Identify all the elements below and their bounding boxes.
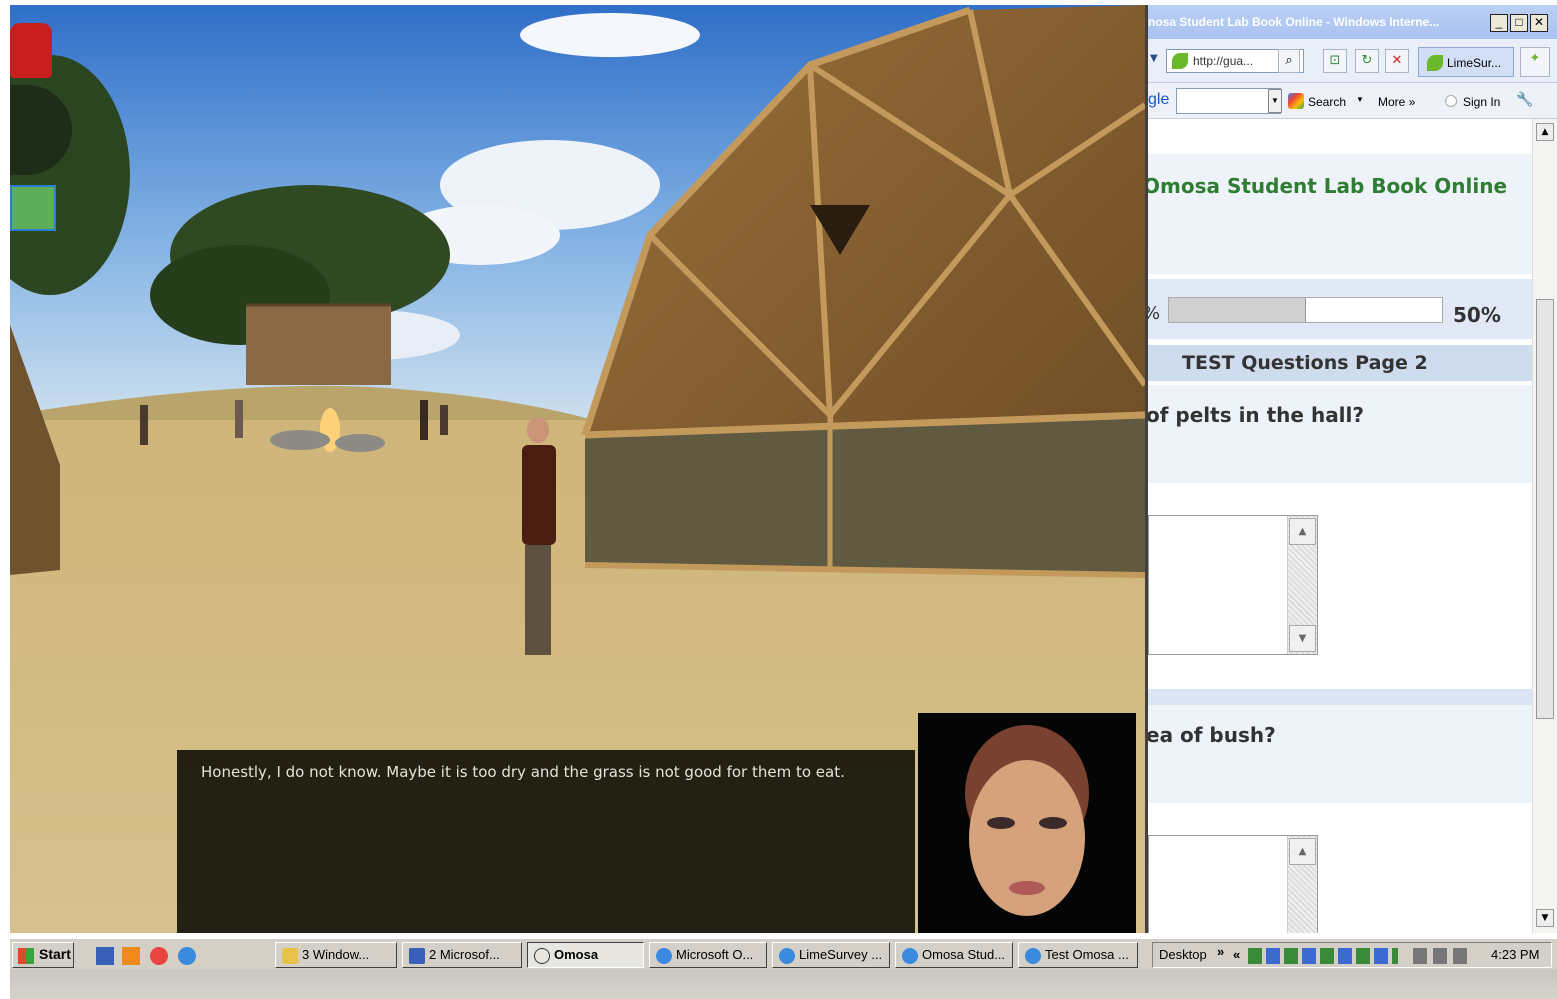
address-text: http://gua... bbox=[1193, 54, 1254, 68]
tray-icons-extra[interactable] bbox=[1413, 948, 1473, 964]
stop-icon[interactable]: ✕ bbox=[1385, 49, 1409, 73]
progress-right-label: 50% bbox=[1453, 303, 1501, 327]
cloud bbox=[520, 13, 700, 57]
distant-hut bbox=[246, 305, 391, 385]
google-search-button[interactable]: Search bbox=[1308, 95, 1346, 109]
taskbar-item-explorer[interactable]: 3 Window... bbox=[275, 942, 397, 968]
scroll-thumb[interactable] bbox=[1536, 299, 1554, 719]
dialogue-text: Honestly, I do not know. Maybe it is too… bbox=[201, 763, 845, 781]
tab-label: LimeSur... bbox=[1447, 56, 1502, 70]
system-tray: Desktop » « 4:23 PM bbox=[1152, 942, 1552, 968]
speaker-portrait bbox=[918, 713, 1136, 933]
browser-window: nosa Student Lab Book Online - Windows I… bbox=[1145, 5, 1557, 933]
omosa-icon bbox=[534, 948, 550, 964]
google-search-dropdown[interactable]: ▼ bbox=[1268, 89, 1282, 113]
map-icon[interactable] bbox=[10, 185, 56, 231]
window-title: nosa Student Lab Book Online - Windows I… bbox=[1148, 15, 1440, 29]
ie-icon bbox=[1025, 948, 1041, 964]
divider-band bbox=[1148, 689, 1535, 705]
character-legs bbox=[525, 545, 551, 655]
tray-icons[interactable] bbox=[1248, 948, 1398, 964]
taskbar: start 3 Window... 2 Microsof... Omosa Mi… bbox=[10, 938, 1557, 970]
taskbar-item-ie-omosa-student[interactable]: Omosa Stud... bbox=[895, 942, 1013, 968]
signin-radio-icon[interactable] bbox=[1445, 95, 1457, 107]
minimize-button[interactable]: _ bbox=[1490, 14, 1508, 32]
taskbar-item-ie-microsoft[interactable]: Microsoft O... bbox=[649, 942, 767, 968]
address-toolbar: ▼ http://gua... ⌕ ⊡ ↻ ✕ LimeSur... ✦ bbox=[1148, 39, 1557, 83]
section-title-band: TEST Questions Page 2 bbox=[1148, 345, 1535, 381]
chevron-right-icon[interactable]: » bbox=[1217, 944, 1224, 959]
ie-icon bbox=[902, 948, 918, 964]
game-viewport[interactable]: Honestly, I do not know. Maybe it is too… bbox=[10, 5, 1145, 933]
new-tab-button[interactable]: ✦ bbox=[1520, 47, 1550, 77]
compatibility-icon[interactable]: ⊡ bbox=[1323, 49, 1347, 73]
quicklaunch-media-icon[interactable] bbox=[122, 947, 140, 965]
chevron-left-icon[interactable]: « bbox=[1233, 947, 1240, 962]
windows-logo-icon bbox=[18, 948, 34, 964]
progress-bar bbox=[1168, 297, 1443, 323]
page-content: Omosa Student Lab Book Online % 50% TEST… bbox=[1148, 119, 1535, 933]
more-button[interactable]: More » bbox=[1378, 95, 1415, 109]
start-label: start bbox=[39, 946, 71, 962]
quicklaunch-word-icon[interactable] bbox=[96, 947, 114, 965]
scroll-up-icon[interactable]: ▲ bbox=[1289, 838, 1316, 865]
ie-icon bbox=[779, 948, 795, 964]
progress-bar-fill bbox=[1169, 298, 1306, 322]
title-bar[interactable]: nosa Student Lab Book Online - Windows I… bbox=[1148, 5, 1557, 39]
question-band: of pelts in the hall? bbox=[1148, 385, 1535, 483]
page-heading: Omosa Student Lab Book Online bbox=[1145, 174, 1508, 198]
question-1-text: of pelts in the hall? bbox=[1146, 403, 1364, 427]
refresh-icon[interactable]: ↻ bbox=[1355, 49, 1379, 73]
start-button[interactable]: start bbox=[12, 942, 74, 968]
taskbar-reflection bbox=[10, 970, 1557, 999]
heading-band: Omosa Student Lab Book Online bbox=[1148, 154, 1535, 274]
limesurvey-favicon-icon bbox=[1427, 55, 1443, 71]
page-scrollbar[interactable]: ▲ ▼ bbox=[1532, 119, 1557, 933]
question-2-text: ea of bush? bbox=[1146, 723, 1276, 747]
ie-icon bbox=[656, 948, 672, 964]
wrench-icon[interactable]: 🔧 bbox=[1516, 91, 1533, 108]
answer-2-textarea[interactable]: ▲ bbox=[1148, 835, 1318, 933]
google-toolbar: gle ▼ Search ▼ More » Sign In 🔧 bbox=[1148, 83, 1557, 119]
answer-1-textarea[interactable]: ▲ ▼ bbox=[1148, 515, 1318, 655]
clock: 4:23 PM bbox=[1491, 947, 1540, 962]
taskbar-item-omosa[interactable]: Omosa bbox=[527, 942, 644, 968]
google-search-input[interactable] bbox=[1176, 88, 1281, 114]
character-body bbox=[522, 445, 556, 545]
scroll-down-icon[interactable]: ▼ bbox=[1536, 909, 1554, 927]
progress-left-label: % bbox=[1148, 303, 1160, 324]
progress-band: % 50% bbox=[1148, 279, 1535, 339]
close-button[interactable]: ✕ bbox=[1530, 14, 1548, 32]
taskbar-item-ie-limesurvey[interactable]: LimeSurvey ... bbox=[772, 942, 890, 968]
taskbar-reflection-content bbox=[10, 970, 1557, 999]
google-search-chevron-icon[interactable]: ▼ bbox=[1356, 95, 1364, 104]
backpack-icon[interactable] bbox=[10, 23, 52, 78]
scroll-down-icon[interactable]: ▼ bbox=[1289, 625, 1316, 652]
scroll-up-icon[interactable]: ▲ bbox=[1289, 518, 1316, 545]
taskbar-item-ie-test-omosa[interactable]: Test Omosa ... bbox=[1018, 942, 1138, 968]
scroll-up-icon[interactable]: ▲ bbox=[1536, 123, 1554, 141]
word-icon bbox=[409, 948, 425, 964]
search-dropdown-button[interactable]: ⌕ bbox=[1278, 49, 1300, 73]
desktop-toolbar-label[interactable]: Desktop bbox=[1159, 947, 1207, 962]
tab-limesurvey[interactable]: LimeSur... bbox=[1418, 47, 1514, 77]
section-title: TEST Questions Page 2 bbox=[1182, 352, 1428, 374]
dialogue-box: Honestly, I do not know. Maybe it is too… bbox=[177, 750, 915, 933]
quicklaunch-chrome-icon[interactable] bbox=[150, 947, 168, 965]
signin-button[interactable]: Sign In bbox=[1463, 95, 1500, 109]
answer-1-scrollbar[interactable]: ▲ ▼ bbox=[1287, 516, 1317, 654]
answer-2-scrollbar[interactable]: ▲ bbox=[1287, 836, 1317, 933]
character-head bbox=[527, 417, 549, 443]
maximize-button[interactable]: □ bbox=[1510, 14, 1528, 32]
google-logo: gle bbox=[1148, 91, 1170, 108]
quicklaunch-ie-icon[interactable] bbox=[178, 947, 196, 965]
google-search-icon bbox=[1288, 93, 1304, 109]
site-favicon-icon bbox=[1172, 53, 1188, 69]
taskbar-item-word[interactable]: 2 Microsof... bbox=[402, 942, 522, 968]
question-band: ea of bush? bbox=[1148, 705, 1535, 803]
folder-icon bbox=[282, 948, 298, 964]
back-dropdown-icon[interactable]: ▼ bbox=[1150, 53, 1158, 64]
